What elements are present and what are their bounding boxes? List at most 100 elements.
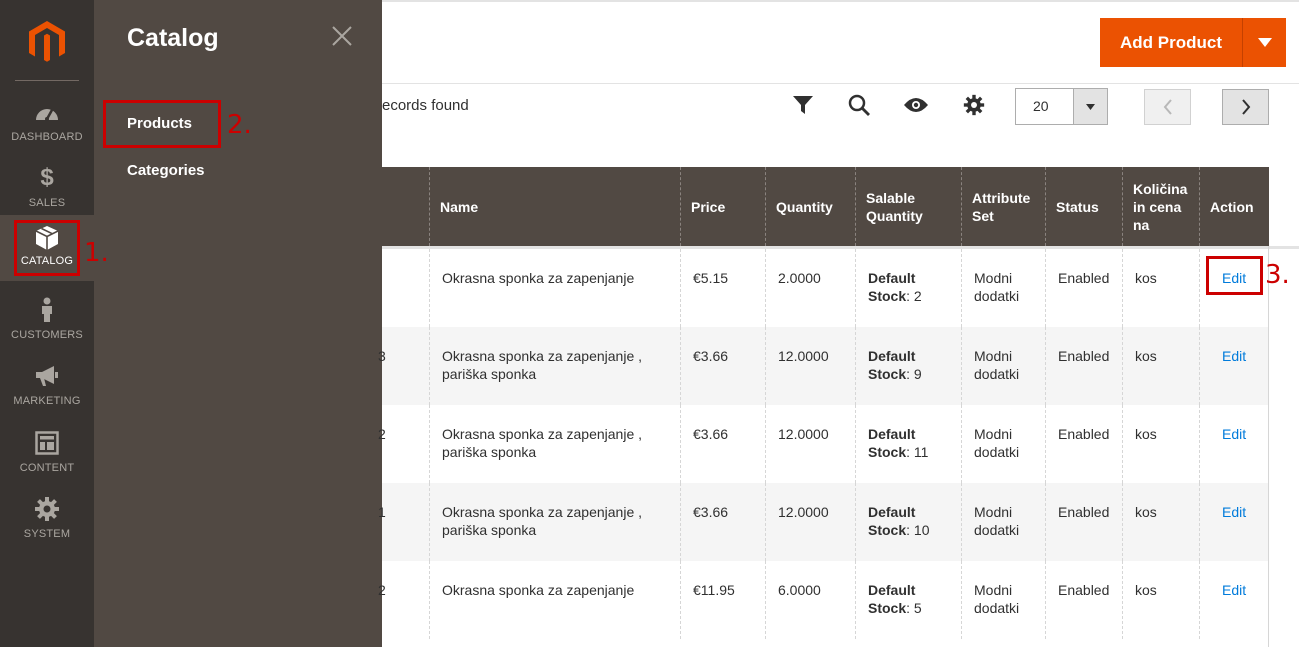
- nav-item-dashboard[interactable]: DASHBOARD: [0, 91, 94, 155]
- cell-status-text: Enabled: [1058, 582, 1110, 598]
- filter-icon[interactable]: [790, 92, 816, 118]
- cell-kolicina-text: kos: [1135, 270, 1157, 286]
- column-header-quantity[interactable]: Quantity: [765, 167, 856, 246]
- cell-kolicina: kos: [1122, 327, 1200, 405]
- search-icon[interactable]: [846, 92, 872, 118]
- cell-salable-quantity: Default Stock: 2: [855, 249, 951, 327]
- cell-quantity: 12.0000: [765, 405, 856, 483]
- add-product-button[interactable]: Add Product: [1100, 18, 1286, 67]
- annotation-box-products: [103, 100, 221, 148]
- nav-item-system[interactable]: SYSTEM: [0, 488, 94, 552]
- annotation-box-catalog: [14, 220, 80, 276]
- cell-action: Edit: [1199, 405, 1269, 483]
- nav-item-customers[interactable]: CUSTOMERS: [0, 289, 94, 353]
- edit-link[interactable]: Edit: [1222, 582, 1246, 598]
- nav-item-label: CUSTOMERS: [11, 329, 83, 341]
- edit-link[interactable]: Edit: [1222, 426, 1246, 442]
- cell-kolicina-text: kos: [1135, 582, 1157, 598]
- row-id-fragment: 3: [378, 348, 386, 364]
- dashboard-icon: [0, 99, 94, 125]
- annotation-number-3: 3.: [1265, 260, 1290, 290]
- cell-action: Edit: [1199, 483, 1269, 561]
- per-page-select[interactable]: 20: [1015, 88, 1108, 125]
- cell-name-text: Okrasna sponka za zapenjanje: [442, 270, 635, 286]
- previous-page-button[interactable]: [1144, 89, 1191, 125]
- column-header-status[interactable]: Status: [1045, 167, 1123, 246]
- column-header-price[interactable]: Price: [680, 167, 766, 246]
- cell-kolicina: kos: [1122, 483, 1200, 561]
- edit-link[interactable]: Edit: [1222, 504, 1246, 520]
- annotation-number-2: 2.: [227, 110, 252, 140]
- salable-stock-value: : 5: [906, 600, 922, 616]
- column-header-kolicina[interactable]: Količina in cena na: [1122, 167, 1200, 246]
- column-header-salable-quantity[interactable]: Salable Quantity: [855, 167, 962, 246]
- close-icon[interactable]: [330, 24, 354, 48]
- edit-link[interactable]: Edit: [1222, 348, 1246, 364]
- cell-price-text: €5.15: [693, 270, 729, 286]
- cell-salable-quantity: Default Stock: 10: [855, 483, 951, 561]
- cell-salable-quantity: Default Stock: 9: [855, 327, 951, 405]
- per-page-value[interactable]: 20: [1016, 89, 1073, 124]
- add-product-label[interactable]: Add Product: [1100, 18, 1242, 67]
- add-product-dropdown-toggle[interactable]: [1242, 18, 1286, 67]
- cell-quantity-text: 2.0000: [778, 270, 821, 286]
- cell-salable-quantity: Default Stock: 5: [855, 561, 951, 639]
- nav-item-label: MARKETING: [13, 395, 81, 407]
- cell-kolicina-text: kos: [1135, 504, 1157, 520]
- grid-right-border: [1268, 246, 1269, 647]
- nav-item-sales[interactable]: $ SALES: [0, 157, 94, 221]
- nav-item-marketing[interactable]: MARKETING: [0, 355, 94, 419]
- nav-item-content[interactable]: CONTENT: [0, 422, 94, 486]
- column-header-name[interactable]: Name: [429, 167, 681, 246]
- cell-price: €3.66: [680, 483, 766, 561]
- settings-gear-icon[interactable]: [961, 92, 987, 118]
- cell-id: 2: [378, 405, 430, 483]
- cell-quantity-text: 12.0000: [778, 348, 829, 364]
- gear-icon: [0, 496, 94, 522]
- flyout-link-categories[interactable]: Categories: [127, 162, 205, 179]
- caret-down-icon: [1086, 103, 1096, 110]
- table-row: 2 Okrasna sponka za zapenjanje , pariška …: [378, 405, 1269, 483]
- per-page-toggle[interactable]: [1073, 89, 1107, 124]
- cell-price-text: €11.95: [693, 582, 735, 598]
- cell-status-text: Enabled: [1058, 426, 1110, 442]
- cell-attribute-set-text: Modni dodatki: [974, 504, 1020, 538]
- eye-icon[interactable]: [903, 92, 929, 118]
- cell-quantity: 12.0000: [765, 483, 856, 561]
- cell-status-text: Enabled: [1058, 348, 1110, 364]
- cell-name: Okrasna sponka za zapenjanje , pariška s…: [429, 483, 681, 561]
- cell-salable-quantity: Default Stock: 11: [855, 405, 951, 483]
- cell-kolicina-text: kos: [1135, 426, 1157, 442]
- cell-price: €3.66: [680, 327, 766, 405]
- annotation-box-edit: [1206, 256, 1263, 295]
- column-header-action: Action: [1199, 167, 1269, 246]
- salable-stock-value: : 9: [906, 366, 922, 382]
- cell-status-text: Enabled: [1058, 270, 1110, 286]
- column-header-id[interactable]: [382, 167, 430, 246]
- cell-name-text: Okrasna sponka za zapenjanje , pariška s…: [442, 348, 643, 382]
- cell-id: [382, 249, 430, 327]
- next-page-button[interactable]: [1222, 89, 1269, 125]
- cell-attribute-set: Modni dodatki: [961, 483, 1046, 561]
- cell-quantity: 6.0000: [765, 561, 856, 639]
- chevron-right-icon: [1241, 99, 1250, 115]
- dollar-icon: $: [40, 164, 54, 191]
- cell-kolicina-text: kos: [1135, 348, 1157, 364]
- table-row: 1 Okrasna sponka za zapenjanje , pariška …: [378, 483, 1269, 561]
- magento-logo-icon[interactable]: [27, 20, 67, 64]
- cell-attribute-set: Modni dodatki: [961, 327, 1046, 405]
- nav-item-label: SALES: [28, 197, 66, 209]
- cell-id: 3: [378, 327, 430, 405]
- cell-attribute-set-text: Modni dodatki: [974, 348, 1020, 382]
- cell-kolicina: kos: [1122, 405, 1200, 483]
- column-header-attribute-set[interactable]: Attribute Set: [961, 167, 1046, 246]
- nav-item-label: DASHBOARD: [11, 131, 83, 143]
- cell-price: €11.95: [680, 561, 766, 639]
- logo-divider: [15, 80, 79, 81]
- layout-icon: [0, 430, 94, 456]
- cell-price-text: €3.66: [693, 348, 729, 364]
- cell-attribute-set: Modni dodatki: [961, 249, 1046, 327]
- row-id-fragment: 2: [378, 582, 386, 598]
- megaphone-icon: [0, 363, 94, 389]
- cell-attribute-set: Modni dodatki: [961, 561, 1046, 639]
